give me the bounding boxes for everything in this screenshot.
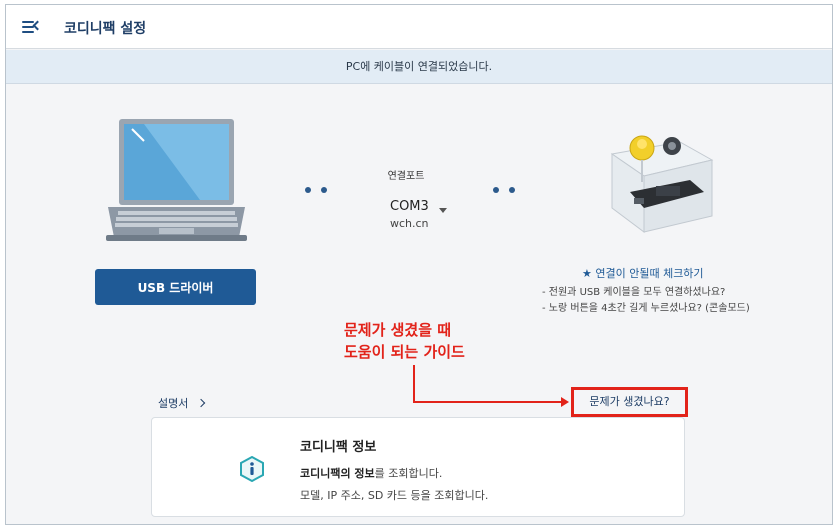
annotation-line: 문제가 생겼을 때 [344, 321, 452, 339]
app-window: 코디니팩 설정 PC에 케이블이 연결되었습니다. USB 드라이버 연결포트 … [5, 4, 833, 525]
chevron-down-icon [439, 208, 447, 213]
troubleshoot-item: - 전원과 USB 케이블을 모두 연결하셨나요? [542, 287, 726, 298]
port-select[interactable]: COM3 wch.cn [382, 199, 452, 235]
card-description: 모델, IP 주소, SD 카드 등을 조회합니다. [300, 489, 489, 502]
device-image [610, 135, 714, 233]
manual-link-label: 설명서 [158, 397, 189, 410]
connector-dot [321, 187, 327, 193]
chevron-right-icon [197, 398, 206, 408]
header: 코디니팩 설정 [6, 5, 832, 49]
annotation-line: 도움이 되는 가이드 [344, 343, 465, 361]
card-description-bold: 코디니팩의 정보 [300, 467, 375, 480]
card-description: 코디니팩의 정보를 조회합니다. [300, 465, 442, 481]
troubleshoot-item: - 노랑 버튼을 4초간 길게 누르셨나요? (콘솔모드) [542, 303, 750, 314]
device-info-card[interactable]: 코디니팩 정보 코디니팩의 정보를 조회합니다. 모델, IP 주소, SD 카… [151, 417, 685, 517]
laptop-icon [106, 119, 247, 241]
usb-driver-button[interactable]: USB 드라이버 [95, 269, 256, 305]
annotation-arrow [413, 365, 415, 403]
connection-notice: PC에 케이블이 연결되었습니다. [6, 50, 832, 84]
arrow-head-icon [561, 397, 569, 407]
connector-dot [509, 187, 515, 193]
trouble-link[interactable]: 문제가 생겼나요? [571, 387, 688, 417]
connector-dot [305, 187, 311, 193]
info-icon [240, 456, 264, 482]
port-value: COM3 [390, 199, 429, 214]
troubleshoot-title: ★ 연결이 안될때 체크하기 [582, 267, 704, 280]
card-description-rest: 를 조회합니다. [374, 467, 443, 480]
port-label: 연결포트 [387, 171, 425, 182]
annotation-arrow [413, 401, 563, 403]
connector-dot [493, 187, 499, 193]
page-title: 코디니팩 설정 [64, 21, 147, 37]
manual-link[interactable]: 설명서 [158, 395, 206, 411]
port-driver-source: wch.cn [390, 217, 429, 230]
card-title: 코디니팩 정보 [300, 440, 377, 455]
menu-collapse-icon[interactable] [22, 19, 43, 35]
